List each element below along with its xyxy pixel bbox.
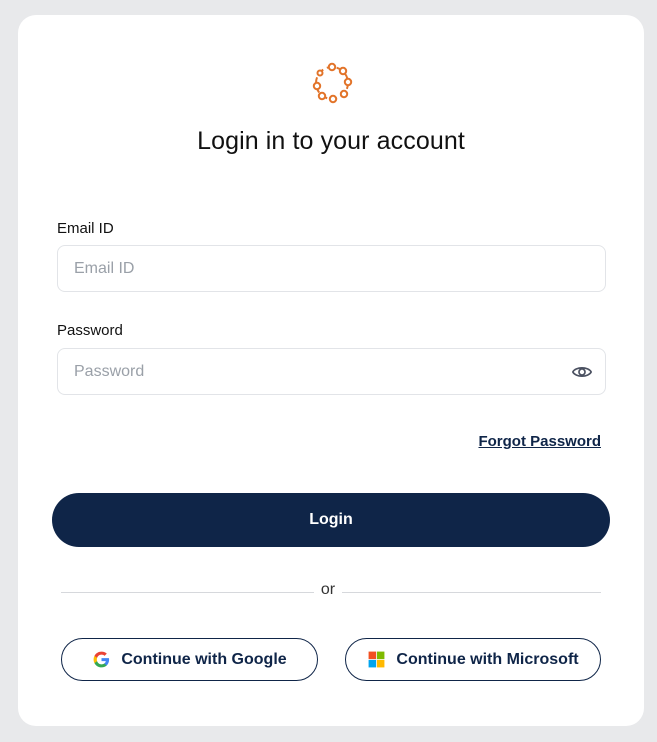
continue-with-google-button[interactable]: Continue with Google xyxy=(61,638,318,681)
google-button-label: Continue with Google xyxy=(121,650,287,668)
continue-with-microsoft-button[interactable]: Continue with Microsoft xyxy=(345,638,601,681)
password-input[interactable] xyxy=(74,349,554,394)
divider-line-right xyxy=(342,592,601,593)
microsoft-button-label: Continue with Microsoft xyxy=(396,650,579,668)
login-card: Login in to your account Email ID Passwo… xyxy=(18,15,644,726)
password-field[interactable] xyxy=(57,348,606,395)
microsoft-icon xyxy=(368,651,385,668)
email-input[interactable] xyxy=(74,246,554,291)
google-icon xyxy=(93,651,110,668)
divider-text: or xyxy=(320,581,336,598)
eye-icon[interactable] xyxy=(571,361,593,383)
page-title: Login in to your account xyxy=(197,127,465,155)
login-button[interactable]: Login xyxy=(52,493,610,547)
email-label: Email ID xyxy=(57,220,114,237)
password-label: Password xyxy=(57,322,123,339)
divider-line-left xyxy=(61,592,314,593)
email-field[interactable] xyxy=(57,245,606,292)
ring-logo-icon xyxy=(312,62,353,104)
forgot-password-link[interactable]: Forgot Password xyxy=(478,433,601,450)
